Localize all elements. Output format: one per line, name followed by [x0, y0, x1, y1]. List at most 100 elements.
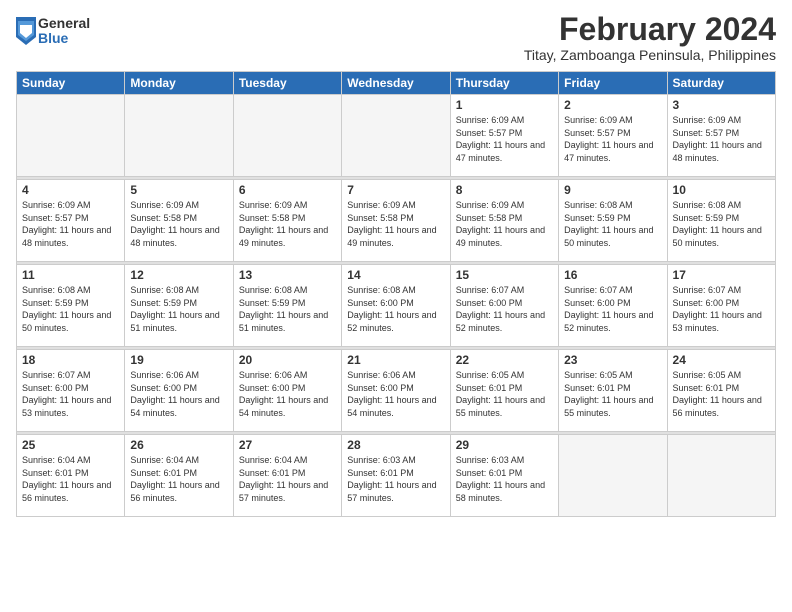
day-number: 18 [22, 353, 119, 367]
day-number: 26 [130, 438, 227, 452]
header-thursday: Thursday [450, 72, 558, 95]
day-info: Sunrise: 6:08 AM Sunset: 5:59 PM Dayligh… [130, 284, 227, 334]
day-number: 22 [456, 353, 553, 367]
table-row: 13Sunrise: 6:08 AM Sunset: 5:59 PM Dayli… [233, 265, 341, 347]
table-row: 6 Sunrise: 6:09 AM Sunset: 5:58 PM Daylig… [233, 180, 341, 262]
day-number: 10 [673, 183, 770, 197]
header-wednesday: Wednesday [342, 72, 450, 95]
table-row: 16Sunrise: 6:07 AM Sunset: 6:00 PM Dayli… [559, 265, 667, 347]
table-row: 5 Sunrise: 6:09 AM Sunset: 5:58 PM Daylig… [125, 180, 233, 262]
logo-icon [16, 17, 36, 45]
table-row: 14 Sunrise: 6:08 AM Sunset: 6:00 PM Dayli… [342, 265, 450, 347]
calendar-week-1: 1 Sunrise: 6:09 AM Sunset: 5:57 PM Daylig… [17, 95, 776, 177]
day-number: 21 [347, 353, 444, 367]
day-number: 1 [456, 98, 553, 112]
table-row: 25Sunrise: 6:04 AM Sunset: 6:01 PM Dayli… [17, 435, 125, 517]
day-info: Sunrise: 6:08 AM Sunset: 6:00 PM Dayligh… [347, 284, 444, 334]
table-row: 21 Sunrise: 6:06 AM Sunset: 6:00 PM Dayli… [342, 350, 450, 432]
header: General Blue February 2024 Titay, Zamboa… [16, 12, 776, 63]
table-row: 27 Sunrise: 6:04 AM Sunset: 6:01 PM Dayli… [233, 435, 341, 517]
table-row: 11 Sunrise: 6:08 AM Sunset: 5:59 PM Dayli… [17, 265, 125, 347]
day-info: Sunrise: 6:09 AM Sunset: 5:57 PM Dayligh… [22, 199, 119, 249]
table-row: 12 Sunrise: 6:08 AM Sunset: 5:59 PM Dayli… [125, 265, 233, 347]
table-row [667, 435, 775, 517]
day-number: 12 [130, 268, 227, 282]
day-info: Sunrise: 6:05 AM Sunset: 6:01 PM Dayligh… [456, 369, 553, 419]
day-number: 9 [564, 183, 661, 197]
day-number: 5 [130, 183, 227, 197]
day-number: 3 [673, 98, 770, 112]
day-info: Sunrise: 6:06 AM Sunset: 6:00 PM Dayligh… [130, 369, 227, 419]
day-info: Sunrise: 6:04 AM Sunset: 6:01 PM Dayligh… [239, 454, 336, 504]
logo-blue-text: Blue [38, 31, 90, 46]
day-info: Sunrise: 6:05 AM Sunset: 6:01 PM Dayligh… [564, 369, 661, 419]
day-info: Sunrise: 6:09 AM Sunset: 5:57 PM Dayligh… [673, 114, 770, 164]
day-number: 16 [564, 268, 661, 282]
day-number: 6 [239, 183, 336, 197]
table-row [17, 95, 125, 177]
calendar-week-5: 25Sunrise: 6:04 AM Sunset: 6:01 PM Dayli… [17, 435, 776, 517]
table-row: 24Sunrise: 6:05 AM Sunset: 6:01 PM Dayli… [667, 350, 775, 432]
day-info: Sunrise: 6:09 AM Sunset: 5:58 PM Dayligh… [130, 199, 227, 249]
table-row: 28 Sunrise: 6:03 AM Sunset: 6:01 PM Dayli… [342, 435, 450, 517]
calendar-table: Sunday Monday Tuesday Wednesday Thursday… [16, 71, 776, 517]
calendar-header-row: Sunday Monday Tuesday Wednesday Thursday… [17, 72, 776, 95]
header-friday: Friday [559, 72, 667, 95]
table-row [125, 95, 233, 177]
day-info: Sunrise: 6:06 AM Sunset: 6:00 PM Dayligh… [239, 369, 336, 419]
day-number: 28 [347, 438, 444, 452]
day-info: Sunrise: 6:03 AM Sunset: 6:01 PM Dayligh… [347, 454, 444, 504]
day-number: 24 [673, 353, 770, 367]
day-info: Sunrise: 6:09 AM Sunset: 5:58 PM Dayligh… [456, 199, 553, 249]
day-info: Sunrise: 6:03 AM Sunset: 6:01 PM Dayligh… [456, 454, 553, 504]
header-saturday: Saturday [667, 72, 775, 95]
day-info: Sunrise: 6:09 AM Sunset: 5:57 PM Dayligh… [564, 114, 661, 164]
day-number: 17 [673, 268, 770, 282]
table-row: 2 Sunrise: 6:09 AM Sunset: 5:57 PM Daylig… [559, 95, 667, 177]
day-info: Sunrise: 6:08 AM Sunset: 5:59 PM Dayligh… [22, 284, 119, 334]
header-tuesday: Tuesday [233, 72, 341, 95]
day-number: 14 [347, 268, 444, 282]
page: General Blue February 2024 Titay, Zamboa… [0, 0, 792, 612]
month-title: February 2024 [524, 12, 776, 47]
day-number: 4 [22, 183, 119, 197]
table-row: 1 Sunrise: 6:09 AM Sunset: 5:57 PM Daylig… [450, 95, 558, 177]
day-info: Sunrise: 6:04 AM Sunset: 6:01 PM Dayligh… [130, 454, 227, 504]
table-row: 20 Sunrise: 6:06 AM Sunset: 6:00 PM Dayli… [233, 350, 341, 432]
title-block: February 2024 Titay, Zamboanga Peninsula… [524, 12, 776, 63]
table-row: 17 Sunrise: 6:07 AM Sunset: 6:00 PM Dayli… [667, 265, 775, 347]
day-number: 27 [239, 438, 336, 452]
day-number: 11 [22, 268, 119, 282]
table-row: 7Sunrise: 6:09 AM Sunset: 5:58 PM Daylig… [342, 180, 450, 262]
table-row: 23 Sunrise: 6:05 AM Sunset: 6:01 PM Dayli… [559, 350, 667, 432]
day-info: Sunrise: 6:07 AM Sunset: 6:00 PM Dayligh… [673, 284, 770, 334]
day-number: 13 [239, 268, 336, 282]
day-info: Sunrise: 6:04 AM Sunset: 6:01 PM Dayligh… [22, 454, 119, 504]
day-info: Sunrise: 6:06 AM Sunset: 6:00 PM Dayligh… [347, 369, 444, 419]
table-row: 29Sunrise: 6:03 AM Sunset: 6:01 PM Dayli… [450, 435, 558, 517]
table-row: 18 Sunrise: 6:07 AM Sunset: 6:00 PM Dayli… [17, 350, 125, 432]
table-row: 19Sunrise: 6:06 AM Sunset: 6:00 PM Dayli… [125, 350, 233, 432]
day-number: 23 [564, 353, 661, 367]
table-row: 9Sunrise: 6:08 AM Sunset: 5:59 PM Daylig… [559, 180, 667, 262]
table-row: 26 Sunrise: 6:04 AM Sunset: 6:01 PM Dayli… [125, 435, 233, 517]
day-info: Sunrise: 6:08 AM Sunset: 5:59 PM Dayligh… [673, 199, 770, 249]
table-row [233, 95, 341, 177]
table-row: 10 Sunrise: 6:08 AM Sunset: 5:59 PM Dayli… [667, 180, 775, 262]
table-row: 8 Sunrise: 6:09 AM Sunset: 5:58 PM Daylig… [450, 180, 558, 262]
table-row: 3 Sunrise: 6:09 AM Sunset: 5:57 PM Daylig… [667, 95, 775, 177]
table-row [559, 435, 667, 517]
calendar-week-3: 11 Sunrise: 6:08 AM Sunset: 5:59 PM Dayli… [17, 265, 776, 347]
table-row [342, 95, 450, 177]
day-info: Sunrise: 6:09 AM Sunset: 5:57 PM Dayligh… [456, 114, 553, 164]
calendar-week-2: 4 Sunrise: 6:09 AM Sunset: 5:57 PM Daylig… [17, 180, 776, 262]
day-number: 2 [564, 98, 661, 112]
day-info: Sunrise: 6:09 AM Sunset: 5:58 PM Dayligh… [239, 199, 336, 249]
day-info: Sunrise: 6:07 AM Sunset: 6:00 PM Dayligh… [22, 369, 119, 419]
day-number: 8 [456, 183, 553, 197]
calendar-week-4: 18 Sunrise: 6:07 AM Sunset: 6:00 PM Dayli… [17, 350, 776, 432]
logo: General Blue [16, 16, 90, 47]
day-info: Sunrise: 6:07 AM Sunset: 6:00 PM Dayligh… [456, 284, 553, 334]
table-row: 4 Sunrise: 6:09 AM Sunset: 5:57 PM Daylig… [17, 180, 125, 262]
day-number: 20 [239, 353, 336, 367]
